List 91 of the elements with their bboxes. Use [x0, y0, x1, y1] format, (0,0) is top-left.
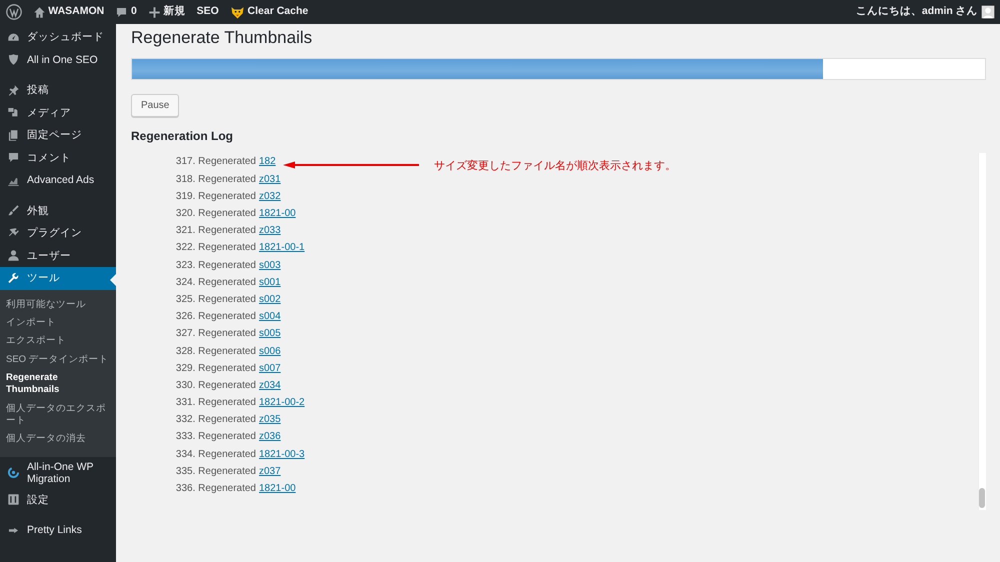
log-text: 320. Regenerated — [174, 207, 257, 222]
shield-icon — [7, 53, 20, 66]
log-text: 329. Regenerated — [174, 362, 257, 376]
log-text: 331. Regenerated — [174, 396, 257, 410]
comment-icon — [115, 6, 128, 18]
log-text: 327. Regenerated — [174, 327, 257, 342]
user-menu[interactable]: こんにちは、admin さん — [856, 4, 994, 20]
file-link[interactable]: z037 — [259, 464, 281, 479]
media-icon — [7, 106, 20, 120]
toolbar-link[interactable]: 0 — [115, 4, 137, 20]
file-link[interactable]: 1821-00-3 — [259, 446, 305, 462]
log-text: 333. Regenerated — [174, 430, 257, 444]
log-text: 318. Regenerated — [174, 172, 257, 187]
log-text: 323. Regenerated — [174, 258, 257, 273]
section-heading: Regeneration Log — [131, 129, 234, 144]
file-link[interactable]: s001 — [259, 274, 281, 290]
tiger-icon — [230, 4, 245, 20]
submenu-item[interactable]: エクスポート — [0, 332, 116, 351]
arrow-icon — [281, 160, 421, 170]
toolbar-link[interactable]: 新規 — [148, 4, 186, 20]
menu-item[interactable]: ダッシュボード — [0, 26, 116, 48]
log-text: 328. Regenerated — [174, 344, 257, 359]
menu-item[interactable]: 外観 — [0, 200, 116, 222]
file-link[interactable]: 182 — [259, 154, 276, 170]
log-text: 330. Regenerated — [174, 378, 257, 393]
wordpress-logo-icon[interactable] — [6, 4, 22, 20]
file-link[interactable]: z033 — [259, 223, 281, 238]
menu-item[interactable]: 設定 — [0, 488, 116, 512]
pause-button[interactable]: Pause — [131, 94, 180, 117]
toolbar-link[interactable]: SEO — [196, 4, 219, 20]
file-link[interactable]: z036 — [259, 429, 281, 444]
brush-icon — [7, 204, 20, 218]
file-link[interactable]: z035 — [259, 412, 281, 428]
submenu-item[interactable]: SEO データインポート — [0, 350, 116, 369]
home-icon — [32, 6, 46, 18]
log-text: 321. Regenerated — [174, 224, 257, 238]
annotation-text: サイズ変更したファイル名が順次表示されます。 — [434, 158, 676, 174]
gauge-icon — [7, 30, 20, 44]
menu-item[interactable]: 投稿 — [0, 79, 116, 102]
scrollbar[interactable] — [978, 153, 986, 510]
file-link[interactable]: s002 — [259, 292, 281, 307]
menu-item[interactable]: プラグイン — [0, 222, 116, 244]
file-link[interactable]: s006 — [259, 344, 281, 359]
menu-item[interactable]: 固定ページ — [0, 124, 116, 146]
submenu-item[interactable]: インポート — [0, 314, 116, 332]
submenu-item[interactable]: 個人データのエクスポート — [0, 400, 116, 430]
menu-item[interactable]: ツール — [0, 267, 116, 290]
file-link[interactable]: z034 — [259, 378, 281, 393]
file-link[interactable]: z032 — [259, 188, 281, 204]
menu-item[interactable]: All in One SEO — [0, 48, 116, 71]
menu-item[interactable]: メディア — [0, 102, 116, 124]
menu-item[interactable]: Pretty Links — [0, 519, 116, 542]
scrollbar-thumb[interactable] — [979, 488, 985, 508]
file-link[interactable]: 1821-00 — [259, 206, 296, 222]
menu-item[interactable]: Advanced Ads — [0, 169, 116, 192]
menu-item[interactable]: コメント — [0, 146, 116, 169]
log-text: 335. Regenerated — [174, 464, 257, 479]
toolbar-link[interactable]: WASAMON — [32, 4, 104, 20]
user-icon — [7, 249, 20, 262]
page-title: Regenerate Thumbnails — [131, 27, 314, 49]
submenu-item[interactable]: 個人データの消去 — [0, 430, 116, 449]
settings-icon — [7, 493, 20, 506]
submenu-item[interactable]: 利用可能なツール — [0, 296, 116, 314]
log-text: 336. Regenerated — [174, 482, 257, 496]
log-text: 325. Regenerated — [174, 292, 257, 307]
comment-icon — [7, 151, 20, 164]
plus-icon — [148, 6, 161, 18]
file-link[interactable]: z031 — [259, 172, 281, 187]
log-text: 319. Regenerated — [174, 190, 257, 204]
pin-icon — [7, 84, 20, 97]
log-text: 334. Regenerated — [174, 448, 257, 462]
menu-item[interactable]: All-in-One WP Migration — [0, 456, 116, 489]
spinner-icon — [7, 466, 20, 480]
pages-icon — [7, 128, 20, 142]
file-link[interactable]: 1821-00-1 — [259, 240, 305, 256]
file-link[interactable]: s005 — [259, 326, 281, 342]
log-text: 322. Regenerated — [174, 241, 257, 256]
file-link[interactable]: s007 — [259, 360, 281, 376]
log-text: 324. Regenerated — [174, 276, 257, 290]
log-text: 326. Regenerated — [174, 310, 257, 324]
wrench-icon — [7, 272, 20, 285]
menu-item[interactable]: ユーザー — [0, 244, 116, 267]
toolbar-link[interactable]: Clear Cache — [230, 4, 308, 20]
submenu-item[interactable]: Regenerate Thumbnails — [0, 368, 116, 400]
avatar-icon — [980, 5, 994, 19]
file-link[interactable]: s004 — [259, 309, 281, 324]
log-text: 317. Regenerated — [174, 155, 257, 170]
file-link[interactable]: 1821-00 — [259, 481, 296, 496]
file-link[interactable]: s003 — [259, 258, 281, 273]
log-text: 332. Regenerated — [174, 413, 257, 428]
file-link[interactable]: 1821-00-2 — [259, 395, 305, 410]
